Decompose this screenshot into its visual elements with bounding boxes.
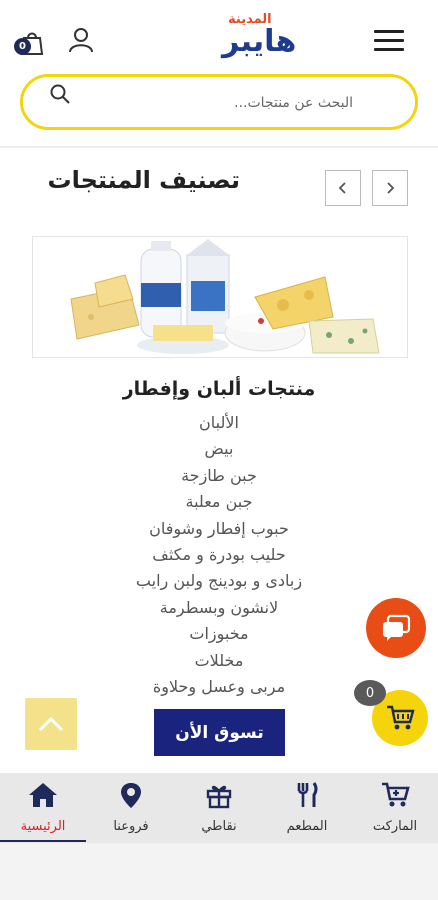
shop-now-button[interactable]: تسوق الأن bbox=[154, 709, 285, 756]
subcategory-link[interactable]: حبوب إفطار وشوفان bbox=[0, 516, 438, 542]
dairy-products-illustration bbox=[70, 239, 380, 354]
bottom-navigation: الماركت المطعم نقاطي فروعنا الرئيسية bbox=[0, 773, 438, 843]
carousel-prev-button[interactable] bbox=[325, 170, 361, 206]
fork-knife-icon bbox=[297, 782, 318, 807]
map-pin-icon bbox=[121, 783, 141, 808]
account-button[interactable] bbox=[68, 27, 94, 57]
category-image[interactable] bbox=[32, 236, 408, 358]
brand-logo[interactable]: المدينة هايبر bbox=[222, 12, 352, 60]
floating-cart-count: 0 bbox=[354, 680, 386, 706]
chat-button[interactable] bbox=[366, 598, 426, 658]
chevron-right-icon bbox=[387, 182, 395, 194]
category-title: منتجات ألبان وإفطار bbox=[122, 378, 316, 400]
subcategory-link[interactable]: زبادى و بودينج ولبن رايب bbox=[0, 568, 438, 594]
search-bar bbox=[20, 74, 418, 130]
subcategory-link[interactable]: بيض bbox=[0, 436, 438, 462]
subcategory-link[interactable]: جبن معلبة bbox=[0, 489, 438, 515]
subcategory-link[interactable]: الألبان bbox=[0, 410, 438, 436]
user-icon bbox=[69, 28, 93, 53]
subcategory-link[interactable]: مخللات bbox=[0, 648, 438, 674]
subcategory-list: الألبان بيض جبن طازجة جبن معلبة حبوب إفط… bbox=[0, 410, 438, 700]
nav-item-market[interactable]: الماركت bbox=[352, 773, 438, 843]
subcategory-link[interactable]: جبن طازجة bbox=[0, 463, 438, 489]
nav-label: نقاطي bbox=[201, 819, 237, 834]
chat-bubble-icon bbox=[383, 614, 411, 641]
divider bbox=[0, 146, 438, 148]
nav-label: الماركت bbox=[372, 819, 418, 834]
hamburger-menu-icon[interactable] bbox=[374, 30, 404, 54]
cart-icon bbox=[387, 705, 415, 730]
nav-item-home[interactable]: الرئيسية bbox=[0, 773, 86, 842]
nav-item-branches[interactable]: فروعنا bbox=[88, 773, 174, 843]
cart-icon bbox=[382, 782, 410, 807]
nav-item-restaurant[interactable]: المطعم bbox=[264, 773, 350, 843]
carousel-next-button[interactable] bbox=[372, 170, 408, 206]
chevron-left-icon bbox=[338, 182, 346, 194]
logo-title: هايبر bbox=[222, 24, 297, 59]
nav-label: المطعم bbox=[286, 819, 328, 834]
footer-area bbox=[0, 843, 438, 900]
scroll-to-top-button[interactable] bbox=[25, 698, 77, 750]
nav-item-points[interactable]: نقاطي bbox=[176, 773, 262, 843]
section-title: تصنيف المنتجات bbox=[47, 166, 240, 194]
gift-icon bbox=[206, 785, 232, 809]
chevron-up-icon bbox=[38, 716, 64, 732]
cart-count-badge: 0 bbox=[14, 38, 31, 55]
search-icon[interactable] bbox=[49, 83, 71, 105]
home-icon bbox=[29, 783, 57, 807]
nav-label: الرئيسية bbox=[20, 819, 66, 834]
search-input[interactable] bbox=[83, 89, 353, 117]
header: 0 المدينة هايبر bbox=[0, 0, 438, 70]
subcategory-link[interactable]: حليب بودرة و مكثف bbox=[0, 542, 438, 568]
nav-label: فروعنا bbox=[113, 819, 149, 834]
header-cart[interactable]: 0 bbox=[14, 30, 46, 60]
